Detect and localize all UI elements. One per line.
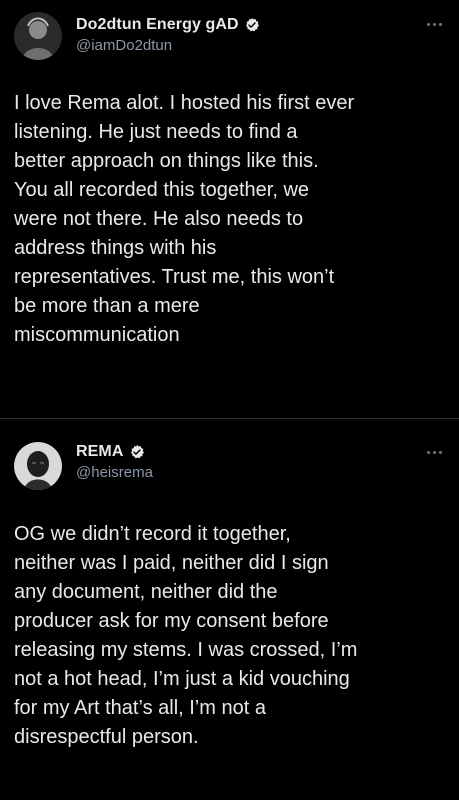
more-options-icon[interactable] [423, 20, 445, 28]
author-handle[interactable]: @heisrema [76, 464, 153, 481]
tweet-text-line: were not there. He also needs to [14, 208, 304, 230]
tweet-text-line: I love Rema alot. I hosted his first eve… [14, 92, 355, 114]
user-photo-icon [14, 442, 62, 490]
tweet-text-line: for my Art that’s all, I’m not a [14, 697, 266, 719]
tweet-text-line: producer ask for my consent before [14, 610, 329, 632]
avatar[interactable] [14, 12, 62, 60]
tweet-do2dtun[interactable]: Do2dtun Energy gAD @iamDo2dtun I love Re… [0, 0, 459, 418]
tweet-text-line: address things with his [14, 237, 217, 259]
more-options-icon[interactable] [423, 448, 445, 456]
tweet-text: OG we didn’t record it together, neither… [14, 520, 450, 752]
tweet-text-line: representatives. Trust me, this won’t [14, 266, 335, 288]
author-name-row[interactable]: Do2dtun Energy gAD [76, 16, 260, 34]
tweet-text-line: better approach on things like this. [14, 150, 319, 172]
verified-badge-icon [129, 444, 145, 460]
tweet-text-line: listening. He just needs to find a [14, 121, 298, 143]
user-photo-icon [14, 12, 62, 60]
tweet-text-line: releasing my stems. I was crossed, I’m [14, 639, 358, 661]
display-name[interactable]: Do2dtun Energy gAD [76, 16, 239, 34]
tweet-text-line: be more than a mere [14, 295, 200, 317]
tweet-text-line: miscommunication [14, 324, 180, 346]
tweet-text: I love Rema alot. I hosted his first eve… [14, 89, 450, 350]
tweet-text-line: any document, neither did the [14, 581, 278, 603]
display-name[interactable]: REMA [76, 443, 124, 461]
verified-badge-icon [244, 17, 260, 33]
tweet-text-line: disrespectful person. [14, 726, 199, 748]
tweet-text-line: not a hot head, I’m just a kid vouching [14, 668, 350, 690]
tweet-text-line: neither was I paid, neither did I sign [14, 552, 329, 574]
author-name-row[interactable]: REMA [76, 443, 145, 461]
tweet-text-line: OG we didn’t record it together, [14, 523, 291, 545]
avatar[interactable] [14, 442, 62, 490]
tweet-text-line: You all recorded this together, we [14, 179, 310, 201]
author-handle[interactable]: @iamDo2dtun [76, 37, 172, 54]
tweet-rema[interactable]: REMA @heisrema OG we didn’t record it to… [0, 418, 459, 800]
